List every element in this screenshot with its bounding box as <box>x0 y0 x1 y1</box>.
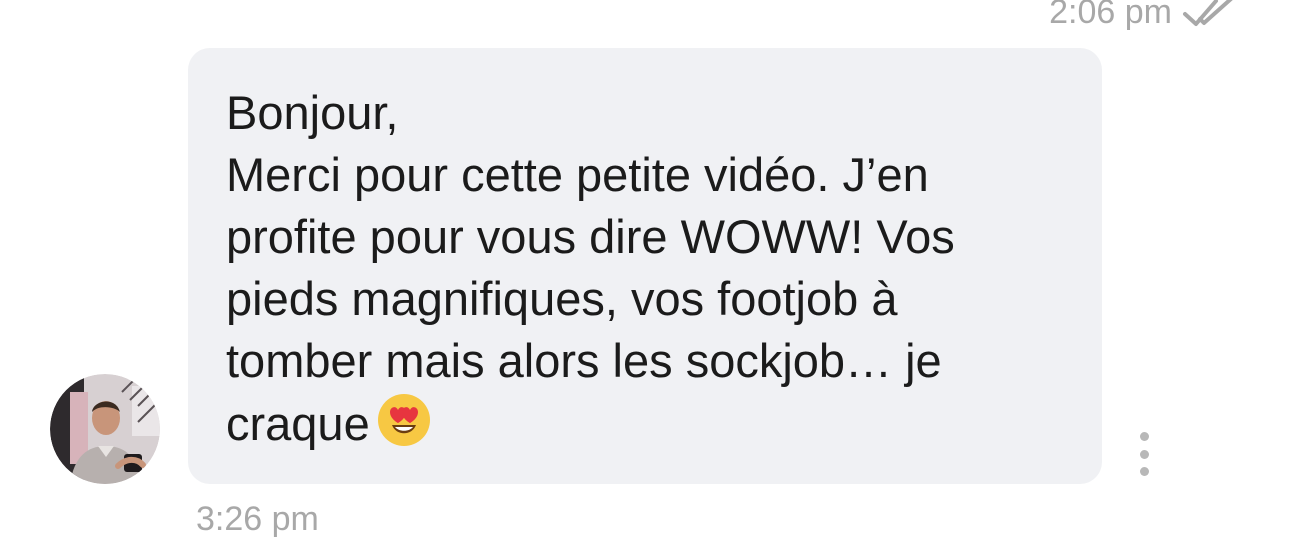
previous-message-time: 2:06 pm <box>1049 0 1172 31</box>
avatar-photo <box>50 374 160 484</box>
message-bubble[interactable]: Bonjour, Merci pour cette petite vidéo. … <box>188 48 1102 484</box>
message-time: 3:26 pm <box>196 500 319 538</box>
avatar[interactable] <box>50 374 160 484</box>
more-vert-icon <box>1139 467 1149 476</box>
message-text: Bonjour, Merci pour cette petite vidéo. … <box>226 82 1026 455</box>
double-check-icon <box>1182 0 1238 30</box>
more-options-button[interactable] <box>1130 432 1158 476</box>
more-vert-icon <box>1139 449 1149 459</box>
previous-message-status: 2:06 pm <box>1049 0 1238 30</box>
message-body: Bonjour, Merci pour cette petite vidéo. … <box>226 86 955 450</box>
heart-eyes-emoji <box>376 392 432 448</box>
more-vert-icon <box>1139 432 1149 441</box>
